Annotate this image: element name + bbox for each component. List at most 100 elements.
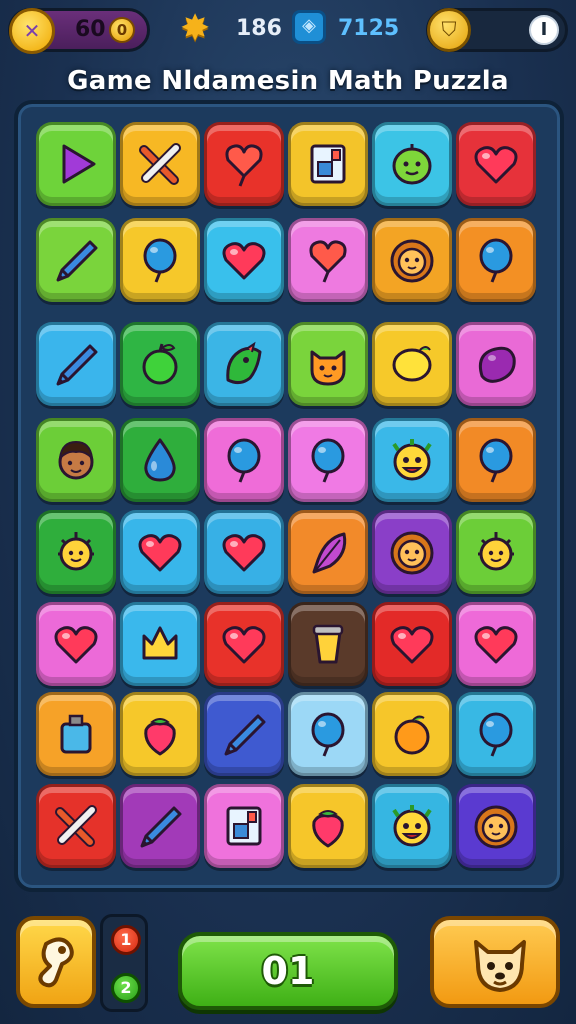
plum-icon <box>478 346 516 383</box>
balloon-icon <box>143 238 177 283</box>
board-tile[interactable] <box>120 122 200 206</box>
smiley-face-icon <box>392 144 432 185</box>
hook-powerup-button[interactable] <box>16 916 96 1008</box>
pet-button[interactable] <box>430 916 560 1008</box>
crown-icon <box>142 626 178 660</box>
board-tile[interactable] <box>372 322 452 406</box>
board-tile[interactable] <box>288 692 368 776</box>
pencil-icon <box>56 240 98 282</box>
board-tile[interactable] <box>36 418 116 502</box>
board-tile[interactable] <box>288 322 368 406</box>
powerup-counters: 1 2 <box>100 914 148 1012</box>
board-tile[interactable] <box>456 784 536 868</box>
frame-box-icon <box>310 144 346 184</box>
board-tile[interactable] <box>456 218 536 302</box>
orange-icon <box>394 715 430 755</box>
board-tile[interactable] <box>204 122 284 206</box>
monster-face-icon <box>392 805 432 847</box>
board-tile[interactable] <box>36 510 116 594</box>
heart-balloon-icon <box>309 240 347 283</box>
boy-face-icon <box>58 440 94 480</box>
balloon-icon <box>479 712 513 757</box>
balloon-icon <box>311 438 345 483</box>
water-drop-icon <box>144 438 176 482</box>
board-tile[interactable] <box>204 218 284 302</box>
board-tile[interactable] <box>204 602 284 686</box>
board-tile[interactable] <box>204 784 284 868</box>
board-tile[interactable] <box>288 784 368 868</box>
board-tile[interactable] <box>372 602 452 686</box>
balloon-icon <box>227 438 261 483</box>
board-tile[interactable] <box>120 692 200 776</box>
lion-face-icon <box>474 805 518 849</box>
dog-face-icon <box>474 940 526 992</box>
coin-value: 60 <box>75 17 106 42</box>
shield-bar[interactable]: ⛉ I <box>426 8 568 52</box>
gem-count: 7125 <box>338 16 400 41</box>
board-tile[interactable] <box>36 322 116 406</box>
board-tile[interactable] <box>36 692 116 776</box>
pencil-cross-icon <box>55 805 97 847</box>
board-tile[interactable] <box>204 692 284 776</box>
board-tile[interactable] <box>120 322 200 406</box>
board-tile[interactable] <box>372 122 452 206</box>
balloon-icon <box>479 438 513 483</box>
board-tile[interactable] <box>372 418 452 502</box>
board-tile[interactable] <box>288 602 368 686</box>
small-coin-icon: 0 <box>109 17 135 43</box>
lion-face-icon <box>390 239 434 283</box>
star-icon: ✸ <box>180 8 211 49</box>
cat-face-icon <box>310 350 346 386</box>
heart-balloon-icon <box>225 144 263 187</box>
main-action-button[interactable]: 01 <box>178 932 398 1010</box>
board-tile[interactable] <box>456 418 536 502</box>
board-tile[interactable] <box>288 418 368 502</box>
board-tile[interactable] <box>456 602 536 686</box>
sun-face-icon <box>478 532 514 571</box>
board-tile[interactable] <box>204 510 284 594</box>
board-tile[interactable] <box>288 510 368 594</box>
board-tile[interactable] <box>372 692 452 776</box>
board-tile[interactable] <box>36 602 116 686</box>
board-tile[interactable] <box>456 692 536 776</box>
hook-icon <box>38 937 74 988</box>
green-badge[interactable]: 2 <box>111 973 141 1003</box>
board-tile[interactable] <box>36 784 116 868</box>
heart-icon <box>222 242 266 280</box>
board-tile[interactable] <box>288 122 368 206</box>
board-tile[interactable] <box>120 784 200 868</box>
board-tile[interactable] <box>120 418 200 502</box>
star-count: 186 <box>236 16 282 41</box>
board-tile[interactable] <box>120 218 200 302</box>
game-title: Game Nldamesin Math Puzzla <box>67 66 509 96</box>
board-tile[interactable] <box>456 322 536 406</box>
board-tile[interactable] <box>120 602 200 686</box>
play-triangle-icon <box>62 144 96 184</box>
board-tile[interactable] <box>204 322 284 406</box>
coin-counter[interactable]: ✕ 60 0 <box>8 8 150 54</box>
board-tile[interactable] <box>456 122 536 206</box>
lemon-icon <box>392 346 432 382</box>
board-tile[interactable] <box>204 418 284 502</box>
heart-icon <box>474 626 518 664</box>
pencil-icon <box>224 714 266 756</box>
board-tile[interactable] <box>372 218 452 302</box>
board-tile[interactable] <box>36 122 116 206</box>
board-tile[interactable] <box>288 218 368 302</box>
board-tile[interactable] <box>36 218 116 302</box>
heart-icon <box>222 626 266 664</box>
board-tile[interactable] <box>456 510 536 594</box>
puzzle-board <box>14 100 564 892</box>
red-badge[interactable]: 1 <box>111 925 141 955</box>
info-button[interactable]: I <box>529 15 559 45</box>
coin-icon: ✕ <box>9 8 55 54</box>
board-tile[interactable] <box>120 510 200 594</box>
board-tile[interactable] <box>372 510 452 594</box>
monster-face-icon <box>392 439 432 481</box>
pencil-icon <box>140 806 182 848</box>
frame-box-icon <box>226 806 262 846</box>
board-tile[interactable] <box>372 784 452 868</box>
leaf-creature-icon <box>226 341 262 385</box>
apple-icon <box>142 343 178 385</box>
balloon-icon <box>311 712 345 757</box>
